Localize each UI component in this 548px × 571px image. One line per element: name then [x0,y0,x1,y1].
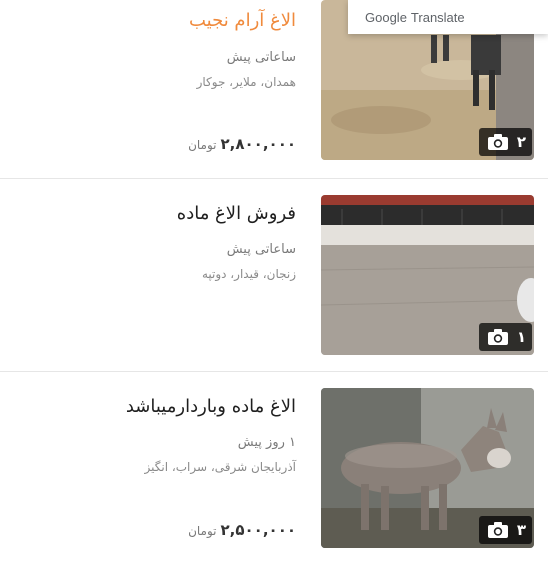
listing-thumbnail[interactable]: ۳ [321,388,534,548]
listing-location: آذربایجان شرقی، سراب، انگیز [144,460,296,474]
listing-title[interactable]: الاغ آرام نجیب [189,10,296,31]
translate-label: Translate [410,9,465,25]
camera-icon [487,522,508,538]
divider [0,371,548,372]
price-unit: تومان [188,138,217,152]
listing-thumbnail[interactable]: ۱ [321,195,534,355]
photo-count-badge: ۲ [478,128,532,156]
camera-icon [487,329,508,345]
photo-count: ۲ [516,133,526,151]
listing-title[interactable]: الاغ ماده وباردارمیباشد [126,396,296,417]
listing-time: ساعاتی پیش [226,242,296,257]
photo-count-badge: ۱ [478,323,532,351]
google-logo-text: Google [365,9,407,25]
listing-price: ۲,۵۰۰,۰۰۰ تومان [188,521,296,539]
price-value: ۲,۵۰۰,۰۰۰ [220,521,296,539]
photo-count: ۳ [516,521,526,539]
listing-location: همدان، ملایر، جوکار [196,75,296,89]
listing-time: ۱ روز پیش [237,435,296,450]
google-translate-popup[interactable]: Google Translate [348,0,548,34]
listing-title[interactable]: فروش الاغ ماده [177,203,296,224]
price-unit: تومان [188,524,217,538]
listing-card[interactable]: ۳ الاغ ماده وباردارمیباشد ۱ روز پیش آذرب… [0,373,548,571]
listing-location: زنجان، قیدار، دوتپه [201,267,296,281]
listing-price: ۲,۸۰۰,۰۰۰ تومان [188,135,296,153]
divider [0,178,548,179]
photo-count: ۱ [516,328,526,346]
camera-icon [487,134,508,150]
listing-card[interactable]: ۱ فروش الاغ ماده ساعاتی پیش زنجان، قیدار… [0,180,548,373]
listing-feed: ۲ الاغ آرام نجیب ساعاتی پیش همدان، ملایر… [0,0,548,571]
listing-time: ساعاتی پیش [226,50,296,65]
price-value: ۲,۸۰۰,۰۰۰ [220,135,296,153]
photo-count-badge: ۳ [478,516,532,544]
